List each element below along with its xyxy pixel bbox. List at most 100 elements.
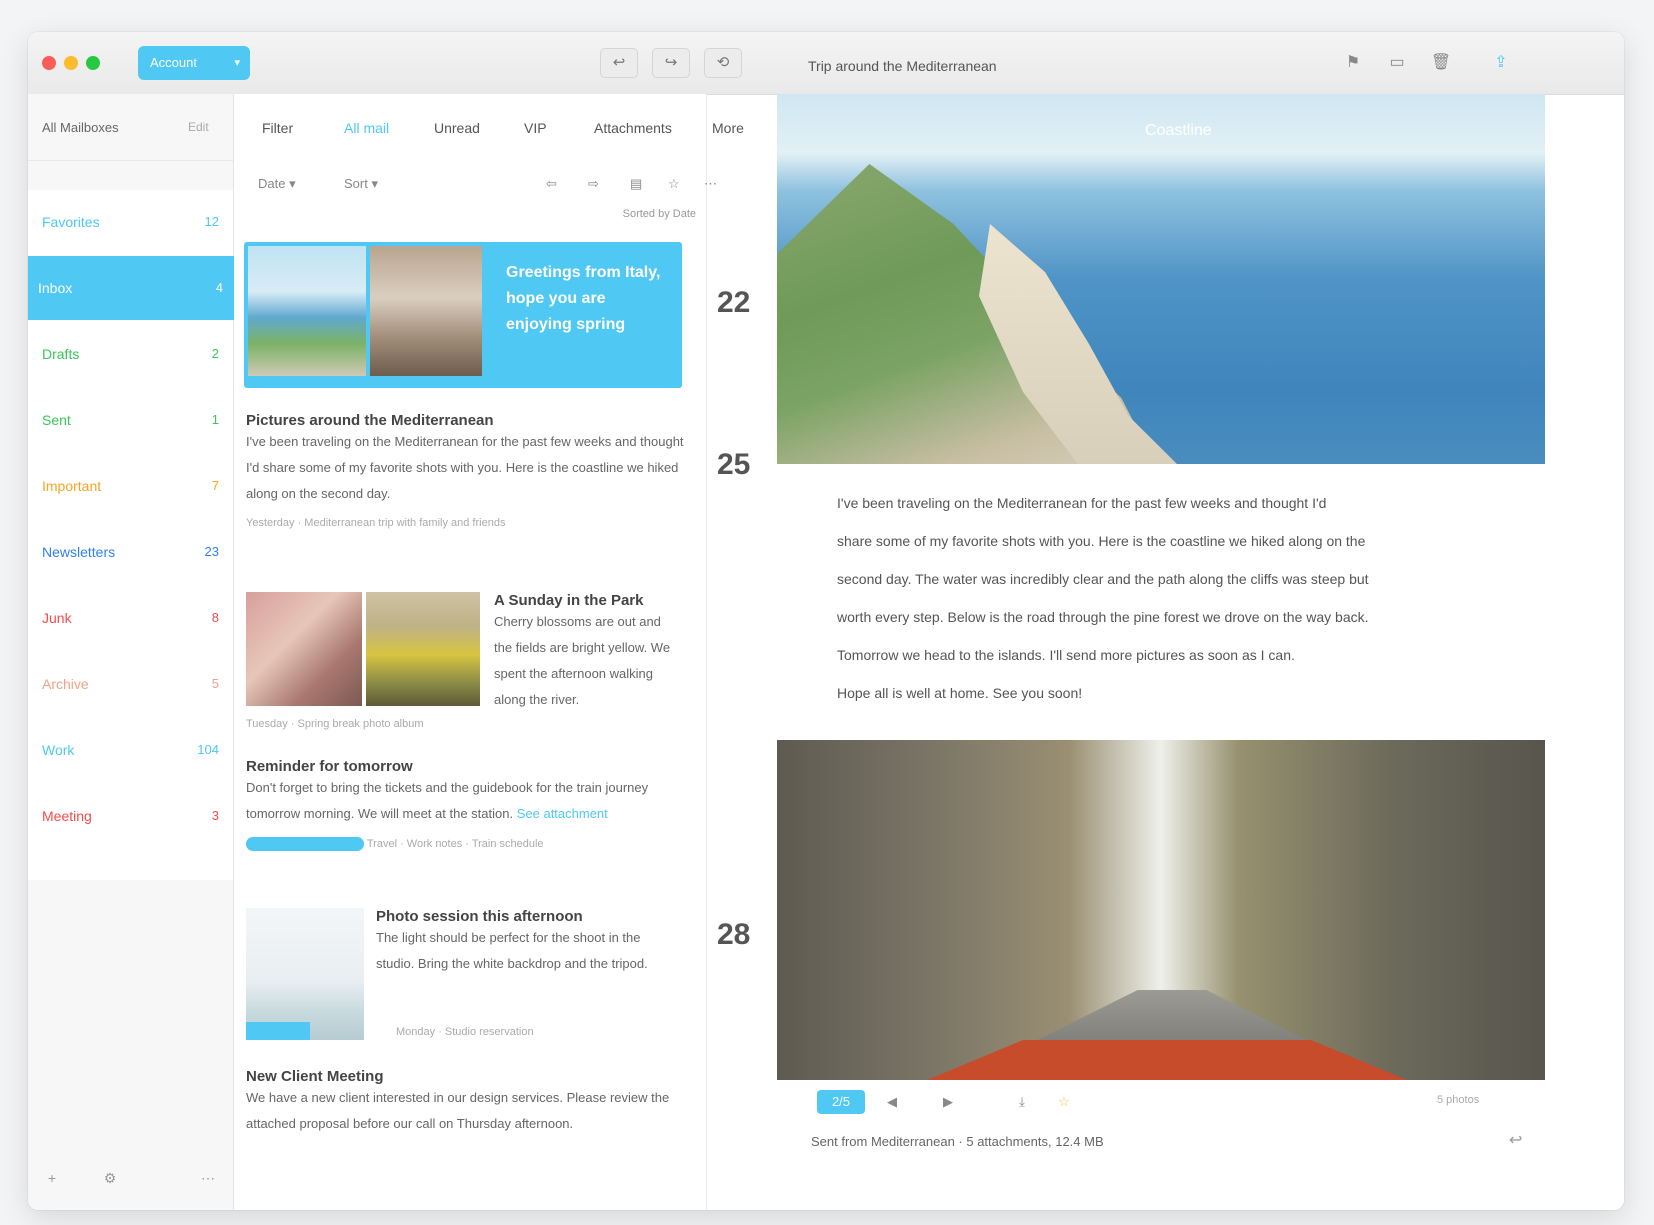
city-thumbnail [370, 246, 482, 376]
next-attachment-icon[interactable]: ▶ [935, 1090, 961, 1114]
reader-footer: Sent from Mediterranean · 5 attachments,… [811, 1134, 1104, 1149]
list-view-icon[interactable]: ▤ [630, 176, 642, 192]
star-icon[interactable]: ☆ [668, 176, 680, 192]
sidebar-item-work[interactable]: Work 104 [28, 718, 233, 782]
flowers-thumbnail [246, 592, 362, 706]
sidebar-item-count: 1 [211, 412, 219, 427]
sidebar-item-archive[interactable]: Archive 5 [28, 652, 233, 716]
tab-unread[interactable]: Unread [434, 120, 480, 136]
prev-attachment-icon[interactable]: ◀ [879, 1090, 905, 1114]
close-window-button[interactable] [42, 56, 56, 70]
more-button[interactable]: ⋯ [196, 1170, 220, 1190]
featured-message[interactable]: Greetings from Italy, hope you are enjoy… [244, 242, 682, 388]
message-tag: Work notes [406, 837, 463, 850]
message-subject: Photo session this afternoon [376, 908, 583, 925]
sidebar-footer: + ⚙ ⋯ [28, 1150, 233, 1210]
photo-caption: Coastline [1145, 122, 1212, 139]
progress-chip [246, 837, 364, 851]
message-subject: New Client Meeting [246, 1068, 384, 1085]
attachment-index[interactable]: 2/5 [817, 1090, 865, 1114]
date-filter[interactable]: Date ▾ [258, 176, 296, 192]
verge-shape [927, 1040, 1407, 1080]
refresh-button[interactable]: ⟲ [704, 48, 742, 78]
message-meta-tags: Travel · Work notes · Train schedule [246, 837, 686, 851]
message-tag: Train schedule [471, 837, 544, 850]
sidebar-item-label: Sent [42, 412, 71, 428]
tab-attachments[interactable]: Attachments [594, 120, 672, 136]
sidebar-item-favorites[interactable]: Favorites 12 [28, 190, 233, 254]
message-preview: Cherry blossoms are out and the fields a… [494, 614, 671, 707]
list-item[interactable]: New Client Meeting We have a new client … [246, 1068, 686, 1137]
person-thumbnail [246, 908, 364, 1040]
sidebar-edit-button[interactable]: Edit [188, 120, 209, 134]
account-label: Account [150, 55, 197, 70]
body-paragraph: worth every step. Below is the road thro… [837, 609, 1369, 625]
minimize-window-button[interactable] [64, 56, 78, 70]
coastline-photo[interactable]: Coastline [777, 94, 1545, 464]
sidebar-item-count: 4 [215, 280, 223, 295]
sidebar-item-label: Junk [42, 610, 72, 626]
sidebar-item-junk[interactable]: Junk 8 [28, 586, 233, 650]
tab-vip[interactable]: VIP [524, 120, 547, 136]
sidebar-header: All Mailboxes Edit [28, 94, 233, 161]
next-icon[interactable]: ⇨ [588, 176, 599, 192]
sidebar-item-count: 2 [211, 346, 219, 361]
sort-filter[interactable]: Sort ▾ [344, 176, 378, 192]
message-tag: Travel [366, 837, 398, 850]
sidebar-item-meeting[interactable]: Meeting 3 [28, 784, 233, 848]
sidebar-item-label: Archive [42, 676, 89, 692]
sidebar-item-label: Meeting [42, 808, 92, 824]
sidebar-item-important[interactable]: Important 7 [28, 454, 233, 518]
trash-icon[interactable]: 🗑 [1428, 50, 1454, 76]
sidebar-item-count: 104 [197, 742, 219, 757]
image-badge [246, 1022, 310, 1040]
message-subject: Reminder for tomorrow [246, 758, 413, 775]
star-icon[interactable]: ☆ [1051, 1090, 1077, 1114]
message-preview: The light should be perfect for the shoo… [376, 930, 648, 971]
forward-button[interactable]: ↪ [652, 48, 690, 78]
list-item[interactable]: Reminder for tomorrow Don't forget to br… [246, 758, 686, 851]
reading-pane: Coastline I've been traveling on the Med… [777, 94, 1624, 1210]
tab-all-mail[interactable]: All mail [344, 120, 389, 136]
date-rail: 22 25 28 [707, 94, 777, 1210]
message-body: I've been traveling on the Mediterranean… [837, 484, 1497, 712]
filter-button[interactable]: Filter [262, 120, 293, 136]
sidebar-item-count: 12 [204, 214, 219, 229]
sidebar-item-label: Work [42, 742, 75, 758]
date-marker: 22 [717, 286, 751, 319]
body-paragraph: second day. The water was incredibly cle… [837, 571, 1369, 587]
attachment-link[interactable]: See attachment [517, 806, 608, 821]
sidebar-item-inbox[interactable]: Inbox 4 [28, 256, 237, 320]
message-meta: Monday · Studio reservation [396, 1026, 534, 1038]
share-icon[interactable]: ⇪ [1488, 50, 1514, 76]
mailbox-list: Favorites 12 Inbox 4 Drafts 2 Sent 1 Imp… [28, 190, 237, 880]
sidebar-item-count: 5 [211, 676, 219, 691]
message-preview: Don't forget to bring the tickets and th… [246, 775, 686, 827]
sidebar-item-label: Inbox [38, 280, 73, 296]
list-item[interactable]: Pictures around the Mediterranean I've b… [246, 412, 686, 529]
reply-icon[interactable]: ↩ [1509, 1130, 1522, 1150]
attachment-count: 5 photos [1437, 1094, 1480, 1106]
date-marker: 25 [717, 448, 751, 481]
download-icon[interactable]: ⤓ [1009, 1090, 1035, 1114]
sidebar-item-count: 23 [204, 544, 219, 559]
sidebar-item-count: 7 [211, 478, 219, 493]
sidebar-item-label: Important [42, 478, 102, 494]
coast-thumbnail [248, 246, 366, 376]
sidebar-item-sent[interactable]: Sent 1 [28, 388, 233, 452]
archive-icon[interactable]: ▭ [1384, 50, 1410, 76]
prev-icon[interactable]: ⇦ [546, 176, 557, 192]
sidebar-item-newsletters[interactable]: Newsletters 23 [28, 520, 233, 584]
message-preview: I've been traveling on the Mediterranean… [246, 434, 684, 501]
add-mailbox-button[interactable]: + [40, 1170, 64, 1190]
message-meta: Yesterday · Mediterranean trip with fami… [246, 517, 506, 529]
reply-button[interactable]: ↩ [600, 48, 638, 78]
forest-road-photo[interactable] [777, 740, 1545, 1080]
zoom-window-button[interactable] [86, 56, 100, 70]
account-selector[interactable]: Account ▾ [138, 46, 250, 80]
sidebar-item-drafts[interactable]: Drafts 2 [28, 322, 233, 386]
flag-icon[interactable]: ⚑ [1340, 50, 1366, 76]
settings-button[interactable]: ⚙ [98, 1170, 122, 1190]
sidebar-item-count: 3 [211, 808, 219, 823]
cliff-shape [777, 164, 1155, 464]
